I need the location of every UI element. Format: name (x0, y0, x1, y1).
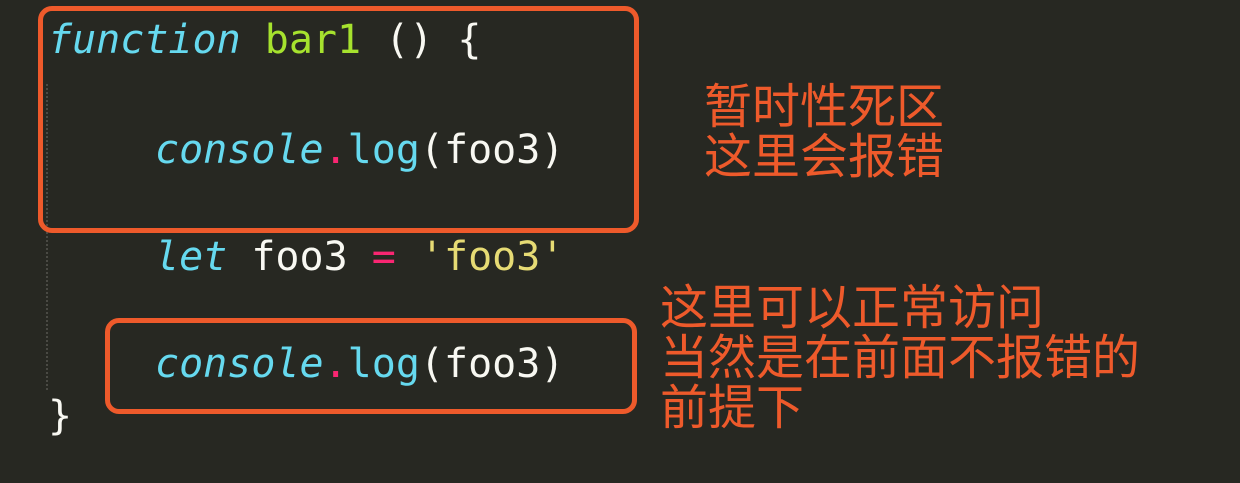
valid-access-annotation-line-3: 前提下 (660, 380, 805, 436)
code-screenshot: function bar1 () { console.log(foo3) let… (0, 0, 1240, 483)
code-line-3: let foo3 = 'foo3' (155, 233, 564, 281)
variable-name: foo3 (227, 234, 372, 280)
closing-brace: } (48, 393, 73, 439)
tdz-annotation: 暂时性死区 这里会报错 (704, 82, 944, 182)
valid-access-annotation: 这里可以正常访问 当然是在前面不报错的 前提下 (660, 283, 1140, 433)
tdz-annotation-line-2: 这里会报错 (704, 129, 945, 185)
assign-operator: = (371, 234, 396, 280)
valid-access-annotation-line-1: 这里可以正常访问 (660, 280, 1045, 336)
valid-access-highlight-box (105, 318, 637, 414)
let-keyword: let (155, 234, 228, 280)
valid-access-annotation-line-2: 当然是在前面不报错的 (660, 330, 1141, 386)
tdz-annotation-line-1: 暂时性死区 (704, 79, 945, 135)
code-line-5: } (48, 392, 72, 440)
string-literal: 'foo3' (419, 234, 565, 280)
tdz-highlight-box (38, 6, 639, 233)
